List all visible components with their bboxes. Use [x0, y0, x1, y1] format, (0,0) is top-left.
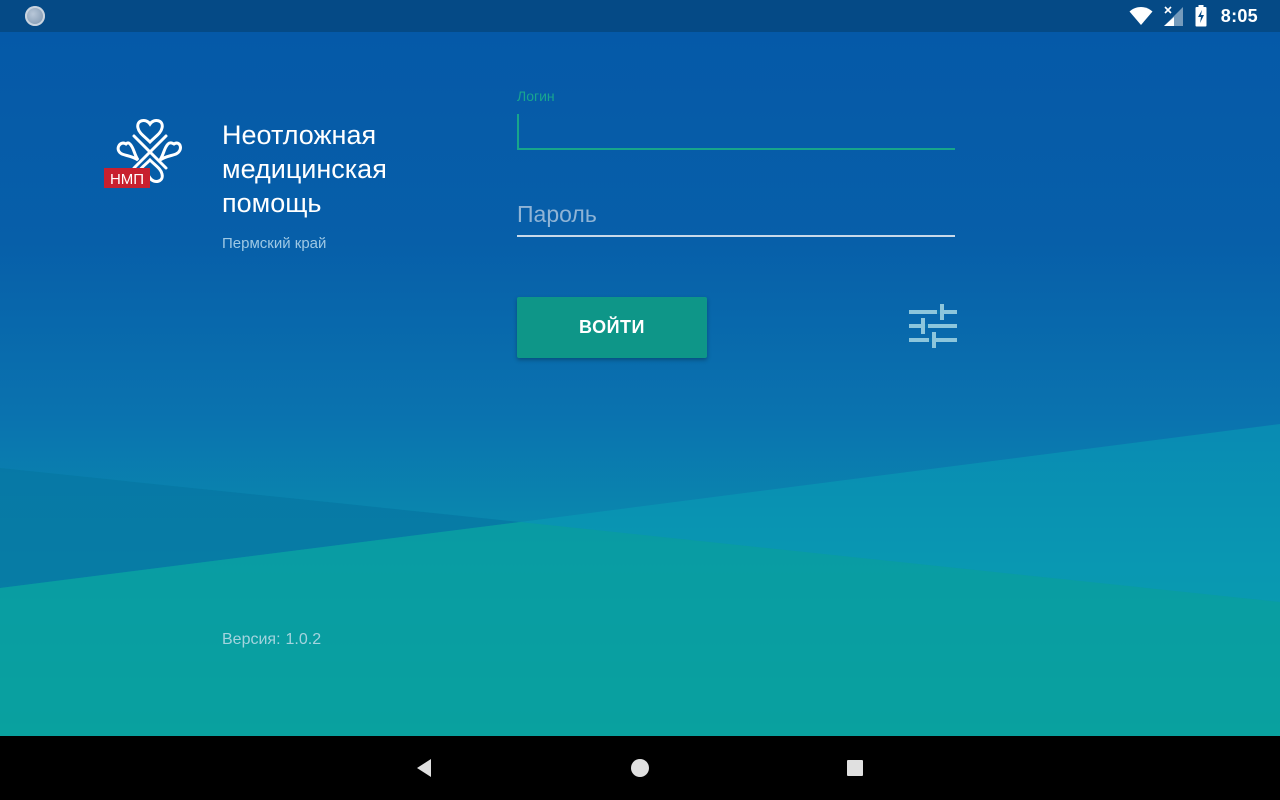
home-icon [631, 759, 649, 777]
status-time: 8:05 [1220, 5, 1258, 26]
tune-icon [909, 304, 957, 348]
text-cursor [517, 114, 519, 148]
version-value: 1.0.2 [285, 631, 322, 648]
login-screen: 8:05 НМП Неотложная медицинская помощь П… [0, 0, 1280, 800]
status-bar: 8:05 [0, 0, 1280, 32]
password-field [517, 194, 955, 238]
battery-charging-icon [1195, 5, 1207, 27]
login-button[interactable]: ВОЙТИ [517, 297, 707, 358]
version-text: Версия: 1.0.2 [222, 631, 321, 649]
region-label: Пермский край [222, 235, 327, 252]
cell-signal-icon [1163, 6, 1183, 26]
status-indicators: 8:05 [1129, 0, 1258, 32]
logo-badge-text: НМП [110, 171, 144, 188]
login-input[interactable] [517, 114, 955, 150]
back-button[interactable] [409, 753, 439, 783]
password-input[interactable] [517, 194, 955, 237]
home-button[interactable] [625, 753, 655, 783]
settings-button[interactable] [900, 294, 966, 360]
version-label: Версия: [222, 631, 281, 648]
recents-icon [847, 760, 863, 776]
app-title: Неотложная медицинская помощь [222, 120, 387, 218]
login-label: Логин [517, 88, 555, 104]
wifi-icon [1129, 7, 1153, 25]
back-icon [417, 759, 431, 777]
nmp-logo: НМП [104, 119, 182, 188]
login-field: Логин [517, 88, 955, 154]
recents-button[interactable] [840, 753, 870, 783]
login-content: НМП Неотложная медицинская помощь Пермск… [0, 32, 1280, 736]
notification-dot-icon [25, 6, 45, 26]
navigation-bar [0, 736, 1280, 800]
